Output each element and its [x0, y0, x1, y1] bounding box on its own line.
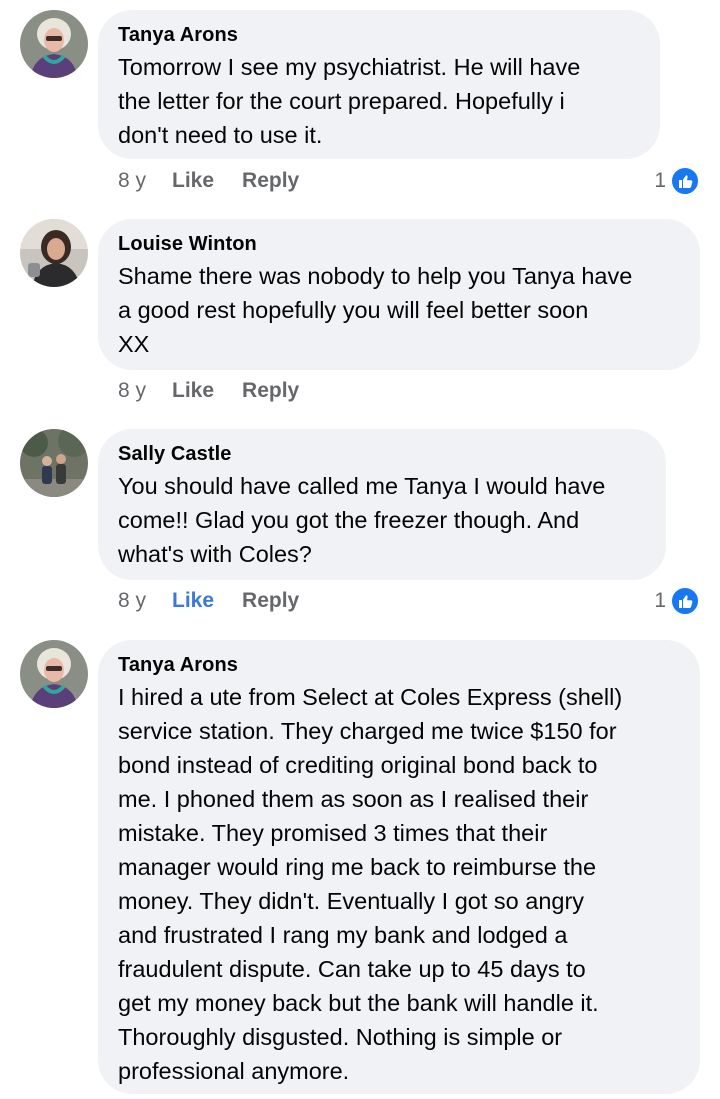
avatar[interactable]: [20, 429, 88, 497]
comment-bubble: Tanya Arons I hired a ute from Select at…: [98, 640, 700, 1094]
avatar[interactable]: [20, 10, 88, 78]
comment-text: I hired a ute from Select at Coles Expre…: [118, 684, 623, 1084]
like-button[interactable]: Like: [172, 166, 214, 196]
comment-text: Shame there was nobody to help you Tanya…: [118, 263, 633, 357]
avatar-photo-louise: [20, 219, 88, 287]
comment-text: You should have called me Tanya I would …: [118, 473, 606, 567]
comment-bubble: Tanya Arons Tomorrow I see my psychiatri…: [98, 10, 660, 159]
like-button[interactable]: Like: [172, 376, 214, 406]
comment-bubble: Louise Winton Shame there was nobody to …: [98, 219, 700, 370]
like-button[interactable]: Like: [172, 586, 214, 616]
comment-timestamp[interactable]: 8 y: [118, 376, 146, 406]
avatar[interactable]: [20, 640, 88, 708]
comment-timestamp[interactable]: 8 y: [118, 586, 146, 616]
reaction-summary[interactable]: 1: [654, 586, 700, 616]
reaction-count: 1: [654, 589, 666, 612]
comment-timestamp[interactable]: 8 y: [118, 166, 146, 196]
comment-author[interactable]: Tanya Arons: [118, 22, 640, 48]
comment-bubble: Sally Castle You should have called me T…: [98, 429, 666, 580]
thumbs-up-icon: [670, 586, 700, 616]
comment-actions: 8 y Like Reply: [118, 376, 299, 406]
avatar-photo-sally: [20, 429, 88, 497]
reaction-summary[interactable]: 1: [654, 166, 700, 196]
comment-author[interactable]: Tanya Arons: [118, 652, 680, 678]
comment-text: Tomorrow I see my psychiatrist. He will …: [118, 54, 581, 148]
reaction-count: 1: [654, 169, 666, 192]
avatar[interactable]: [20, 219, 88, 287]
comment-author[interactable]: Louise Winton: [118, 231, 680, 257]
avatar-photo-tanya: [20, 10, 88, 78]
thumbs-up-icon: [670, 166, 700, 196]
reply-button[interactable]: Reply: [242, 586, 299, 616]
comment-actions: 8 y Like Reply: [118, 586, 299, 616]
reply-button[interactable]: Reply: [242, 166, 299, 196]
reply-button[interactable]: Reply: [242, 376, 299, 406]
avatar-photo-tanya: [20, 640, 88, 708]
comment-author[interactable]: Sally Castle: [118, 441, 646, 467]
comment-actions: 8 y Like Reply: [118, 166, 299, 196]
